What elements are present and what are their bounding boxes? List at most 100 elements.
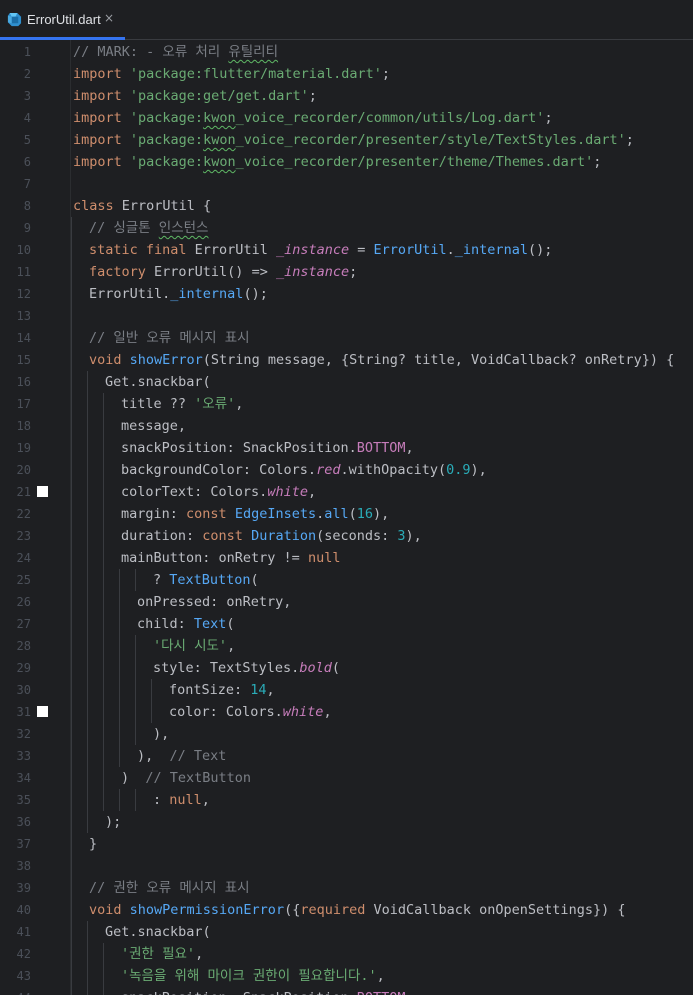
line-number[interactable]: 42: [0, 943, 31, 965]
line-number[interactable]: 23: [0, 525, 31, 547]
code-text[interactable]: // 싱글톤 인스턴스: [89, 217, 208, 239]
line-number[interactable]: 38: [0, 855, 31, 877]
line-number[interactable]: 16: [0, 371, 31, 393]
code-text[interactable]: message,: [121, 415, 186, 437]
line-number[interactable]: 13: [0, 305, 31, 327]
line-number[interactable]: 29: [0, 657, 31, 679]
code-text[interactable]: fontSize: 14,: [169, 679, 275, 701]
code-line[interactable]: 28 '다시 시도',: [0, 635, 693, 657]
code-line[interactable]: 41 Get.snackbar(: [0, 921, 693, 943]
code-text[interactable]: ErrorUtil._internal();: [89, 283, 268, 305]
code-line[interactable]: 1 // MARK: - 오류 처리 유틸리티: [0, 41, 693, 63]
code-text[interactable]: static final ErrorUtil _instance = Error…: [89, 239, 552, 261]
line-number[interactable]: 33: [0, 745, 31, 767]
code-line[interactable]: 16 Get.snackbar(: [0, 371, 693, 393]
code-text[interactable]: color: Colors.white,: [169, 701, 332, 723]
line-number[interactable]: 22: [0, 503, 31, 525]
code-line[interactable]: 12 ErrorUtil._internal();: [0, 283, 693, 305]
line-number[interactable]: 19: [0, 437, 31, 459]
line-number[interactable]: 9: [0, 217, 31, 239]
code-text[interactable]: '녹음을 위해 마이크 권한이 필요합니다.',: [121, 965, 385, 987]
line-number[interactable]: 28: [0, 635, 31, 657]
code-text[interactable]: }: [89, 833, 97, 855]
line-number[interactable]: 3: [0, 85, 31, 107]
code-editor[interactable]: 1// MARK: - 오류 처리 유틸리티 2 import 'package:f…: [0, 40, 693, 995]
code-line[interactable]: 34 ) // TextButton: [0, 767, 693, 789]
line-number[interactable]: 4: [0, 107, 31, 129]
code-line[interactable]: 18 message,: [0, 415, 693, 437]
code-line[interactable]: 39 // 권한 오류 메시지 표시: [0, 877, 693, 899]
code-text[interactable]: '권한 필요',: [121, 943, 203, 965]
close-icon[interactable]: ×: [104, 11, 114, 25]
code-line[interactable]: 31 color: Colors.white,: [0, 701, 693, 723]
code-line[interactable]: 30 fontSize: 14,: [0, 679, 693, 701]
code-text[interactable]: backgroundColor: Colors.red.withOpacity(…: [121, 459, 487, 481]
line-number[interactable]: 35: [0, 789, 31, 811]
code-line[interactable]: 22 margin: const EdgeInsets.all(16),: [0, 503, 693, 525]
code-text[interactable]: ? TextButton(: [153, 569, 259, 591]
line-number[interactable]: 21: [0, 481, 31, 503]
code-text[interactable]: snackPosition: SnackPosition.BOTTOM,: [121, 437, 414, 459]
code-line[interactable]: 10 static final ErrorUtil _instance = Err…: [0, 239, 693, 261]
line-number[interactable]: 8: [0, 195, 31, 217]
code-text[interactable]: import 'package:get/get.dart';: [73, 85, 317, 107]
code-text[interactable]: onPressed: onRetry,: [137, 591, 291, 613]
line-number[interactable]: 39: [0, 877, 31, 899]
line-number[interactable]: 44: [0, 987, 31, 995]
line-number[interactable]: 31: [0, 701, 31, 723]
code-line[interactable]: 37}: [0, 833, 693, 855]
line-number[interactable]: 11: [0, 261, 31, 283]
line-number[interactable]: 2: [0, 63, 31, 85]
code-text[interactable]: ) // TextButton: [121, 767, 251, 789]
code-text[interactable]: ),: [153, 723, 169, 745]
code-text[interactable]: child: Text(: [137, 613, 235, 635]
code-text[interactable]: '다시 시도',: [153, 635, 235, 657]
code-line[interactable]: 43 '녹음을 위해 마이크 권한이 필요합니다.',: [0, 965, 693, 987]
tab-error-util-dart[interactable]: ErrorUtil.dart ×: [0, 0, 125, 40]
line-number[interactable]: 17: [0, 393, 31, 415]
code-line[interactable]: 6 import 'package:kwon_voice_recorder/pre…: [0, 151, 693, 173]
code-line[interactable]: 5 import 'package:kwon_voice_recorder/pre…: [0, 129, 693, 151]
line-number[interactable]: 25: [0, 569, 31, 591]
code-line[interactable]: 33), // Text: [0, 745, 693, 767]
code-text[interactable]: snackPosition: SnackPosition.BOTTOM,: [121, 987, 414, 995]
code-line[interactable]: 17 title ?? '오류',: [0, 393, 693, 415]
line-number[interactable]: 10: [0, 239, 31, 261]
code-text[interactable]: import 'package:kwon_voice_recorder/pres…: [73, 151, 601, 173]
code-line[interactable]: 11 factory ErrorUtil() => _instance;: [0, 261, 693, 283]
code-line[interactable]: 3 import 'package:get/get.dart';: [0, 85, 693, 107]
code-line[interactable]: 23 duration: const Duration(seconds: 3),: [0, 525, 693, 547]
line-number[interactable]: 40: [0, 899, 31, 921]
line-number[interactable]: 26: [0, 591, 31, 613]
code-line[interactable]: 32),: [0, 723, 693, 745]
line-number[interactable]: 37: [0, 833, 31, 855]
code-line[interactable]: 36);: [0, 811, 693, 833]
line-number[interactable]: 41: [0, 921, 31, 943]
line-number[interactable]: 34: [0, 767, 31, 789]
line-number[interactable]: 6: [0, 151, 31, 173]
line-number[interactable]: 32: [0, 723, 31, 745]
code-line[interactable]: 9 // 싱글톤 인스턴스: [0, 217, 693, 239]
line-number[interactable]: 30: [0, 679, 31, 701]
code-text[interactable]: // 권한 오류 메시지 표시: [89, 877, 250, 899]
code-line[interactable]: 35 : null,: [0, 789, 693, 811]
code-text[interactable]: mainButton: onRetry != null: [121, 547, 340, 569]
line-number[interactable]: 24: [0, 547, 31, 569]
code-line[interactable]: 13: [0, 305, 693, 327]
code-text[interactable]: import 'package:kwon_voice_recorder/comm…: [73, 107, 553, 129]
code-text[interactable]: // 일반 오류 메시지 표시: [89, 327, 250, 349]
code-text[interactable]: factory ErrorUtil() => _instance;: [89, 261, 357, 283]
code-text[interactable]: style: TextStyles.bold(: [153, 657, 340, 679]
code-line[interactable]: 20 backgroundColor: Colors.red.withOpacit…: [0, 459, 693, 481]
breakpoint-icon[interactable]: [37, 486, 48, 497]
line-number[interactable]: 1: [0, 41, 31, 63]
code-text[interactable]: Get.snackbar(: [105, 921, 211, 943]
code-text[interactable]: // MARK: - 오류 처리 유틸리티: [73, 41, 278, 63]
code-line[interactable]: 38: [0, 855, 693, 877]
code-text[interactable]: : null,: [153, 789, 210, 811]
line-number[interactable]: 20: [0, 459, 31, 481]
code-line[interactable]: 27 child: Text(: [0, 613, 693, 635]
code-text[interactable]: class ErrorUtil {: [73, 195, 211, 217]
code-line[interactable]: 14 // 일반 오류 메시지 표시: [0, 327, 693, 349]
code-text[interactable]: colorText: Colors.white,: [121, 481, 316, 503]
